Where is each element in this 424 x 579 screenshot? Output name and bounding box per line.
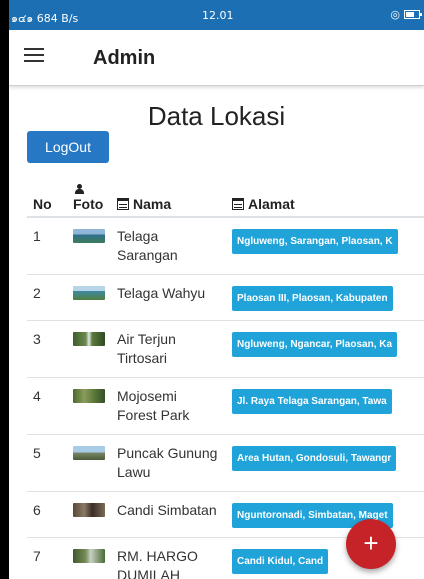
row-no: 1 <box>27 216 67 275</box>
location-photo[interactable] <box>73 229 105 243</box>
table-row[interactable]: 5 Puncak Gunung Lawu Area Hutan, Gondosu… <box>27 434 424 492</box>
row-no: 3 <box>27 320 67 378</box>
calendar-icon <box>232 198 244 210</box>
table-row[interactable]: 1 Telaga Sarangan Ngluweng, Sarangan, Pl… <box>27 216 424 275</box>
row-photo-cell <box>67 434 111 492</box>
row-nama: Mojosemi Forest Park <box>111 377 226 435</box>
row-alamat-cell: Jl. Raya Telaga Sarangan, Tawa <box>226 377 424 435</box>
row-photo-cell <box>67 274 111 321</box>
table-row[interactable]: 4 Mojosemi Forest Park Jl. Raya Telaga S… <box>27 377 424 435</box>
address-badge: Candi Kidul, Cand <box>232 549 329 574</box>
logout-button[interactable]: LogOut <box>27 131 109 163</box>
row-nama: Candi Simbatan <box>111 491 226 538</box>
status-network: ๑๔๑ 684 B/s <box>11 9 78 27</box>
table-row[interactable]: 3 Air Terjun Tirtosari Ngluweng, Ngancar… <box>27 320 424 378</box>
row-nama: Air Terjun Tirtosari <box>111 320 226 378</box>
location-photo[interactable] <box>73 286 105 300</box>
row-alamat-cell: Ngluweng, Ngancar, Plaosan, Ka <box>226 320 424 378</box>
row-no: 5 <box>27 434 67 492</box>
row-photo-cell <box>67 377 111 435</box>
header-alamat-label: Alamat <box>248 196 295 212</box>
menu-icon[interactable] <box>24 48 44 62</box>
table-header-row: No Foto Nama Alamat <box>27 178 424 218</box>
row-no: 7 <box>27 537 67 579</box>
row-no: 2 <box>27 274 67 321</box>
row-nama: RM. HARGO DUMILAH <box>111 537 226 579</box>
header-nama-label: Nama <box>133 196 172 212</box>
status-icons: ◎ <box>390 8 422 21</box>
location-photo[interactable] <box>73 389 105 403</box>
row-nama: Telaga Wahyu <box>111 274 226 321</box>
network-speed: 684 B/s <box>36 12 79 25</box>
row-alamat-cell: Area Hutan, Gondosuli, Tawangr <box>226 434 424 492</box>
header-alamat: Alamat <box>226 178 424 218</box>
row-photo-cell <box>67 216 111 275</box>
user-icon <box>75 184 84 194</box>
row-photo-cell <box>67 491 111 538</box>
row-nama: Telaga Sarangan <box>111 216 226 275</box>
row-alamat-cell: Plaosan III, Plaosan, Kabupaten <box>226 274 424 321</box>
app-bar: Admin <box>9 30 424 86</box>
header-foto-label: Foto <box>73 196 104 212</box>
header-nama: Nama <box>111 178 226 218</box>
address-badge: Jl. Raya Telaga Sarangan, Tawa <box>232 389 392 414</box>
battery-icon <box>404 10 422 19</box>
signal-icon: ๑๔๑ <box>11 12 34 25</box>
calendar-icon <box>117 198 129 210</box>
location-photo[interactable] <box>73 446 105 460</box>
row-nama: Puncak Gunung Lawu <box>111 434 226 492</box>
address-badge: Ngluweng, Ngancar, Plaosan, Ka <box>232 332 398 357</box>
alarm-icon: ◎ <box>390 8 400 21</box>
row-no: 4 <box>27 377 67 435</box>
location-photo[interactable] <box>73 503 105 517</box>
app-title: Admin <box>93 47 156 69</box>
table-row[interactable]: 2 Telaga Wahyu Plaosan III, Plaosan, Kab… <box>27 274 424 321</box>
location-photo[interactable] <box>73 549 105 563</box>
header-no: No <box>27 178 67 218</box>
page-title: Data Lokasi <box>147 101 286 131</box>
row-photo-cell <box>67 537 111 579</box>
row-photo-cell <box>67 320 111 378</box>
row-alamat-cell: Nguntoronadi, Simbatan, Maget <box>226 491 424 538</box>
status-clock: 12.01 <box>202 9 234 22</box>
address-badge: Plaosan III, Plaosan, Kabupaten <box>232 286 393 311</box>
status-bar: ๑๔๑ 684 B/s 12.01 ◎ <box>9 0 424 30</box>
app-screen: ๑๔๑ 684 B/s 12.01 ◎ Admin Data Lokasi Lo… <box>9 0 424 579</box>
address-badge: Ngluweng, Sarangan, Plaosan, K <box>232 229 398 254</box>
address-badge: Area Hutan, Gondosuli, Tawangr <box>232 446 397 471</box>
add-location-button[interactable]: + <box>346 519 396 569</box>
location-photo[interactable] <box>73 332 105 346</box>
row-alamat-cell: Ngluweng, Sarangan, Plaosan, K <box>226 216 424 275</box>
row-no: 6 <box>27 491 67 538</box>
header-foto: Foto <box>67 178 111 218</box>
